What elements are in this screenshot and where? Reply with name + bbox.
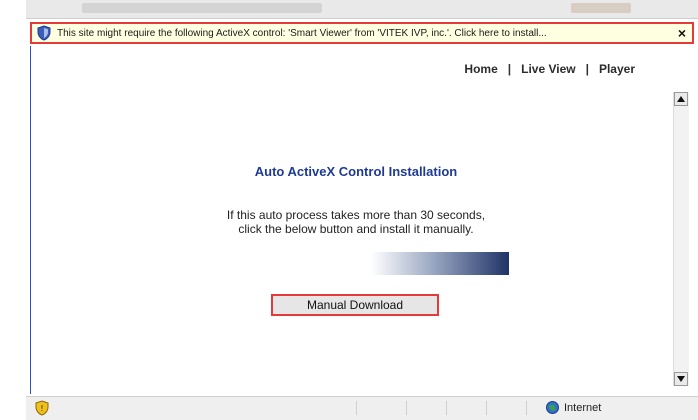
scroll-down-arrow-icon [677, 376, 685, 382]
security-zone[interactable]: Internet [546, 401, 601, 414]
globe-icon [546, 401, 559, 414]
status-divider [486, 401, 487, 415]
top-navigation: Home | Live View | Player [464, 62, 635, 76]
nav-separator: | [585, 62, 589, 76]
status-divider [526, 401, 527, 415]
install-progress-bar [371, 252, 509, 275]
scroll-down-arrow-icon[interactable] [674, 372, 688, 386]
vertical-scrollbar[interactable] [673, 92, 689, 386]
toolbar-blur [82, 3, 322, 13]
instruction-line-2: click the below button and install it ma… [238, 222, 474, 236]
svg-text:!: ! [40, 404, 43, 413]
toolbar-blur [571, 3, 631, 13]
nav-link-player[interactable]: Player [599, 62, 635, 76]
shield-icon [37, 25, 51, 41]
instruction-text: If this auto process takes more than 30 … [31, 208, 681, 236]
scroll-up-arrow-icon[interactable] [674, 92, 688, 106]
browser-toolbar-cropped [26, 0, 698, 19]
status-divider [356, 401, 357, 415]
infobar-message[interactable]: This site might require the following Ac… [57, 28, 547, 39]
browser-window: This site might require the following Ac… [26, 0, 698, 420]
status-bar: ! Internet [26, 396, 698, 420]
close-icon[interactable]: × [678, 25, 686, 41]
nav-separator: | [507, 62, 512, 76]
nav-link-home[interactable]: Home [464, 62, 497, 76]
page-title: Auto ActiveX Control Installation [254, 164, 458, 179]
shield-icon: ! [35, 400, 49, 416]
zone-label: Internet [564, 401, 602, 414]
page-content: Home | Live View | Player Auto ActiveX C… [30, 46, 695, 394]
status-divider [446, 401, 447, 415]
activex-infobar[interactable]: This site might require the following Ac… [30, 22, 694, 44]
scroll-up-arrow-icon [677, 96, 685, 102]
manual-download-button[interactable]: Manual Download [271, 294, 439, 316]
nav-link-live-view[interactable]: Live View [521, 62, 575, 76]
status-divider [406, 401, 407, 415]
instruction-line-1: If this auto process takes more than 30 … [226, 208, 486, 222]
